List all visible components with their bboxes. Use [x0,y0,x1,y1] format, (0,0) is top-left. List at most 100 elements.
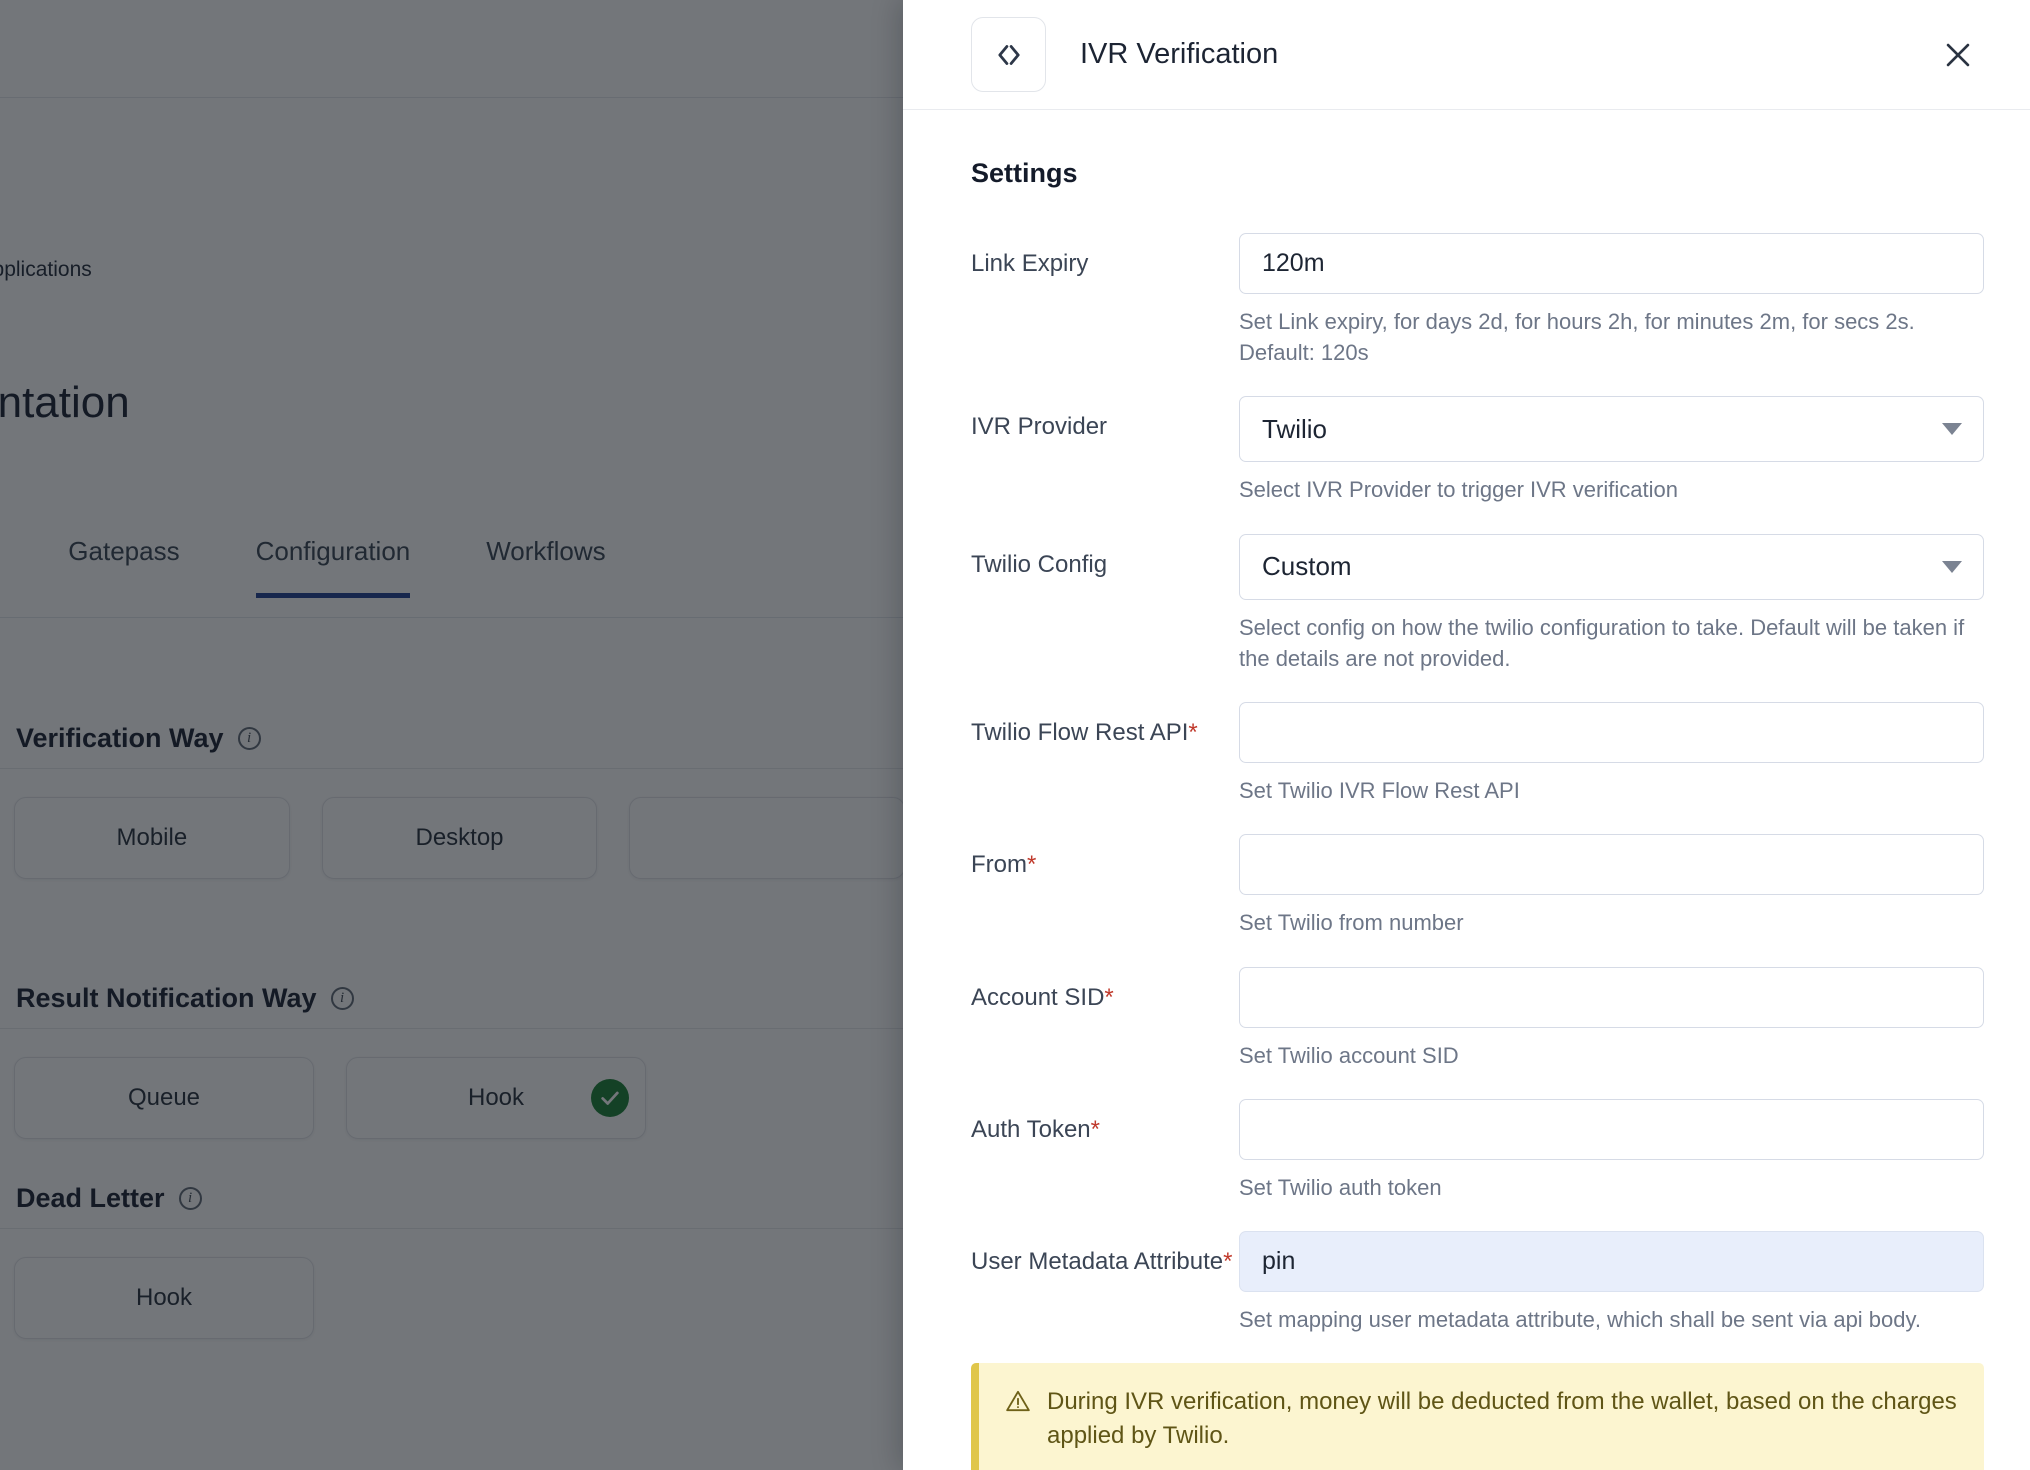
tab-bar: eneral Gatepass Configuration Workflows [0,528,905,618]
field-control: Set Twilio auth token [1239,1098,1984,1203]
option-card-list: Queue Hook [0,1029,905,1139]
field-twilio-flow-rest-api: Twilio Flow Rest API* Set Twilio IVR Flo… [971,702,1984,806]
app-topbar [0,0,905,98]
field-label: From* [971,834,1239,881]
field-control: Set mapping user metadata attribute, whi… [1239,1231,1984,1335]
required-asterisk: * [1188,719,1198,747]
section-dead-letter: Dead Letter i Hook [0,1183,905,1339]
option-card-hook[interactable]: Hook [14,1257,314,1339]
field-label: Twilio Config [971,534,1239,581]
back-to-applications-link[interactable]: k to Applications [0,258,92,282]
field-label: Twilio Flow Rest API* [971,702,1239,749]
close-icon[interactable] [1932,29,1984,81]
background-page: k to Applications cumentation eneral Gat… [0,0,905,1470]
option-card-label: Queue [127,1084,201,1111]
field-control: Set Link expiry, for days 2d, for hours … [1239,233,1984,368]
field-label-text: From [971,851,1027,879]
field-auth-token: Auth Token* Set Twilio auth token [971,1098,1984,1203]
info-circle-icon[interactable]: i [237,727,261,750]
field-label: Account SID* [971,967,1239,1014]
ivr-provider-select[interactable]: Twilio [1239,396,1984,463]
code-brackets-icon [971,17,1046,92]
field-account-sid: Account SID* Set Twilio account SID [971,966,1984,1071]
field-label: User Metadata Attribute* [971,1231,1239,1278]
field-help-text: Set Link expiry, for days 2d, for hours … [1239,309,1915,366]
option-card-label: Mobile [116,824,188,851]
option-card-list: Hook [0,1229,905,1339]
twilio-flow-rest-api-input[interactable] [1239,702,1984,764]
field-label: IVR Provider [971,396,1239,443]
auth-token-input[interactable] [1239,1098,1984,1160]
section-title: Result Notification Way [16,983,317,1013]
field-help-text: Select IVR Provider to trigger IVR verif… [1239,477,1678,503]
section-header: Result Notification Way i [0,983,905,1029]
field-control: Twilio Select IVR Provider to trigger IV… [1239,396,1984,505]
required-asterisk: * [1027,851,1037,879]
selected-check-icon [591,1079,629,1117]
option-card-desktop[interactable]: Desktop [321,797,598,879]
required-asterisk: * [1223,1248,1233,1276]
warning-text: During IVR verification, money will be d… [1047,1388,1957,1450]
account-sid-input[interactable] [1239,966,1984,1028]
option-card-list: Mobile Desktop [0,769,905,879]
drawer-title: IVR Verification [1080,38,1279,70]
ivr-charges-warning-banner: During IVR verification, money will be d… [971,1363,1984,1470]
field-label-text: IVR Provider [971,413,1108,441]
tab-workflows[interactable]: Workflows [486,528,605,598]
field-control: Set Twilio from number [1239,834,1984,938]
background-content: k to Applications cumentation eneral Gat… [0,98,905,1470]
field-control: Set Twilio IVR Flow Rest API [1239,702,1984,806]
field-twilio-config: Twilio Config Custom Select config on ho… [971,533,1984,674]
info-circle-icon[interactable]: i [330,987,354,1010]
section-title: Verification Way [16,723,224,753]
field-label: Auth Token* [971,1099,1239,1146]
field-help-text: Set mapping user metadata attribute, whi… [1239,1307,1921,1333]
ivr-verification-drawer: IVR Verification Settings Link Expiry Se… [903,0,2030,1470]
field-user-metadata-attribute: User Metadata Attribute* Set mapping use… [971,1231,1984,1335]
field-label-text: Auth Token [971,1115,1091,1143]
link-expiry-input[interactable] [1239,233,1984,294]
section-header: Dead Letter i [0,1183,905,1229]
drawer-body: Settings Link Expiry Set Link expiry, fo… [903,110,2030,1470]
twilio-config-select-value[interactable]: Custom [1239,533,1984,600]
field-control: Set Twilio account SID [1239,966,1984,1071]
page-title: cumentation [0,378,130,427]
settings-heading: Settings [971,158,1078,188]
field-control: Custom Select config on how the twilio c… [1239,533,1984,674]
field-help-text: Set Twilio auth token [1239,1174,1442,1200]
required-asterisk: * [1104,983,1114,1011]
tab-configuration[interactable]: Configuration [255,528,411,598]
section-verification-way: Verification Way i Mobile Desktop [0,723,905,879]
option-card-label: Hook [467,1084,525,1111]
option-card-third[interactable] [629,797,905,879]
ivr-provider-select-value[interactable]: Twilio [1239,396,1984,463]
option-card-hook[interactable]: Hook [346,1057,646,1139]
field-label-text: User Metadata Attribute [971,1248,1224,1276]
field-link-expiry: Link Expiry Set Link expiry, for days 2d… [971,233,1984,368]
section-header: Verification Way i [0,723,905,769]
section-result-notification-way: Result Notification Way i Queue Hook [0,983,905,1139]
field-label-text: Link Expiry [971,250,1089,277]
warning-triangle-icon [1005,1388,1031,1414]
field-from: From* Set Twilio from number [971,834,1984,938]
twilio-config-select[interactable]: Custom [1239,533,1984,600]
option-card-label: Desktop [415,824,504,851]
field-help-text: Select config on how the twilio configur… [1239,614,1965,671]
tab-gatepass[interactable]: Gatepass [68,528,179,598]
field-ivr-provider: IVR Provider Twilio Select IVR Provider … [971,396,1984,505]
info-circle-icon[interactable]: i [178,1187,202,1210]
option-card-label: Hook [135,1284,193,1311]
field-label-text: Twilio Config [971,550,1108,578]
field-label-text: Account SID [971,983,1105,1011]
option-card-queue[interactable]: Queue [14,1057,314,1139]
section-title: Dead Letter [16,1183,165,1213]
option-card-mobile[interactable]: Mobile [14,797,290,879]
field-label-text: Twilio Flow Rest API [971,719,1189,747]
field-help-text: Set Twilio account SID [1239,1042,1459,1068]
from-input[interactable] [1239,834,1984,896]
field-label: Link Expiry [971,233,1239,280]
field-help-text: Set Twilio from number [1239,910,1464,936]
user-metadata-attribute-input[interactable] [1239,1231,1984,1293]
field-help-text: Set Twilio IVR Flow Rest API [1239,778,1520,804]
drawer-header: IVR Verification [903,0,2030,110]
